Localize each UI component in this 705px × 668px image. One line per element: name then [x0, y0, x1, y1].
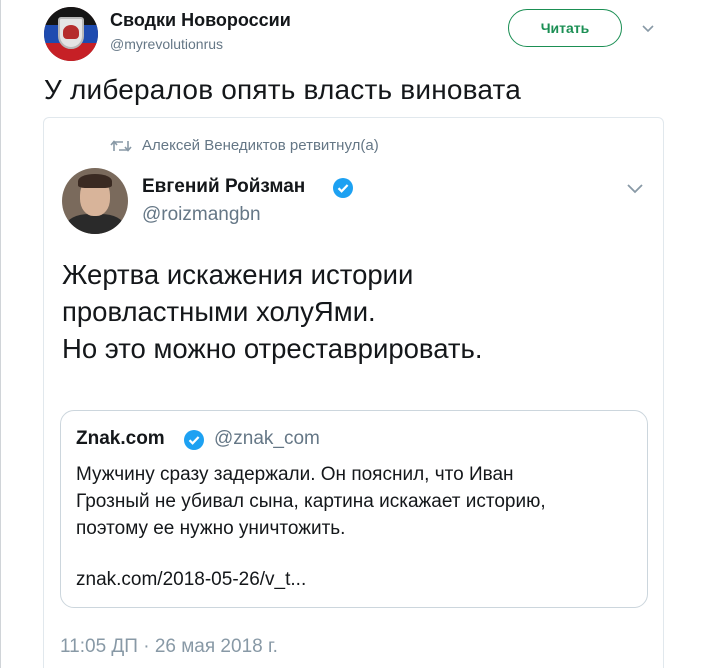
chevron-down-icon[interactable]: [626, 182, 644, 196]
chevron-down-icon[interactable]: [641, 22, 655, 36]
retweet-author-handle[interactable]: @roizmangbn: [142, 204, 261, 226]
tweet-text: У либералов опять власть виновата: [44, 74, 522, 105]
retweet-text-line: Но это можно отреставрировать.: [62, 333, 483, 364]
retweeted-by-label[interactable]: Алексей Венедиктов ретвитнул(а): [142, 137, 379, 154]
avatar-hair: [78, 174, 112, 188]
quote-text-line: Мужчину сразу задержали. Он пояснил, что…: [76, 464, 514, 485]
window-edge: [0, 0, 1, 668]
author-name[interactable]: Сводки Новороссии: [110, 10, 291, 31]
quote-text: Мужчину сразу задержали. Он пояснил, что…: [76, 461, 636, 542]
author-avatar[interactable]: [44, 7, 98, 61]
quote-text-line: поэтому ее нужно уничтожить.: [76, 518, 346, 539]
avatar-eagle: [63, 25, 79, 39]
quote-author-name[interactable]: Znak.com: [76, 428, 165, 450]
author-handle[interactable]: @myrevolutionrus: [110, 36, 223, 52]
retweet-text: Жертва искажения истории провластными хо…: [62, 256, 642, 367]
avatar-shirt: [66, 214, 124, 234]
quote-author-handle[interactable]: @znak_com: [214, 428, 320, 450]
retweet-icon: [110, 140, 132, 152]
quote-text-line: Грозный не убивал сына, картина искажает…: [76, 491, 546, 512]
verified-badge-icon: [333, 178, 353, 198]
retweet-text-line: Жертва искажения истории: [62, 259, 414, 290]
retweet-text-line: провластными холуЯми.: [62, 296, 376, 327]
retweet-author-avatar[interactable]: [62, 168, 128, 234]
quote-link[interactable]: znak.com/2018-05-26/v_t...: [76, 569, 306, 591]
follow-button[interactable]: Читать: [508, 9, 622, 47]
verified-badge-icon: [184, 430, 204, 450]
tweet-timestamp[interactable]: 11:05 ДП · 26 мая 2018 г.: [60, 636, 278, 658]
retweet-author-name[interactable]: Евгений Ройзман: [142, 176, 305, 198]
